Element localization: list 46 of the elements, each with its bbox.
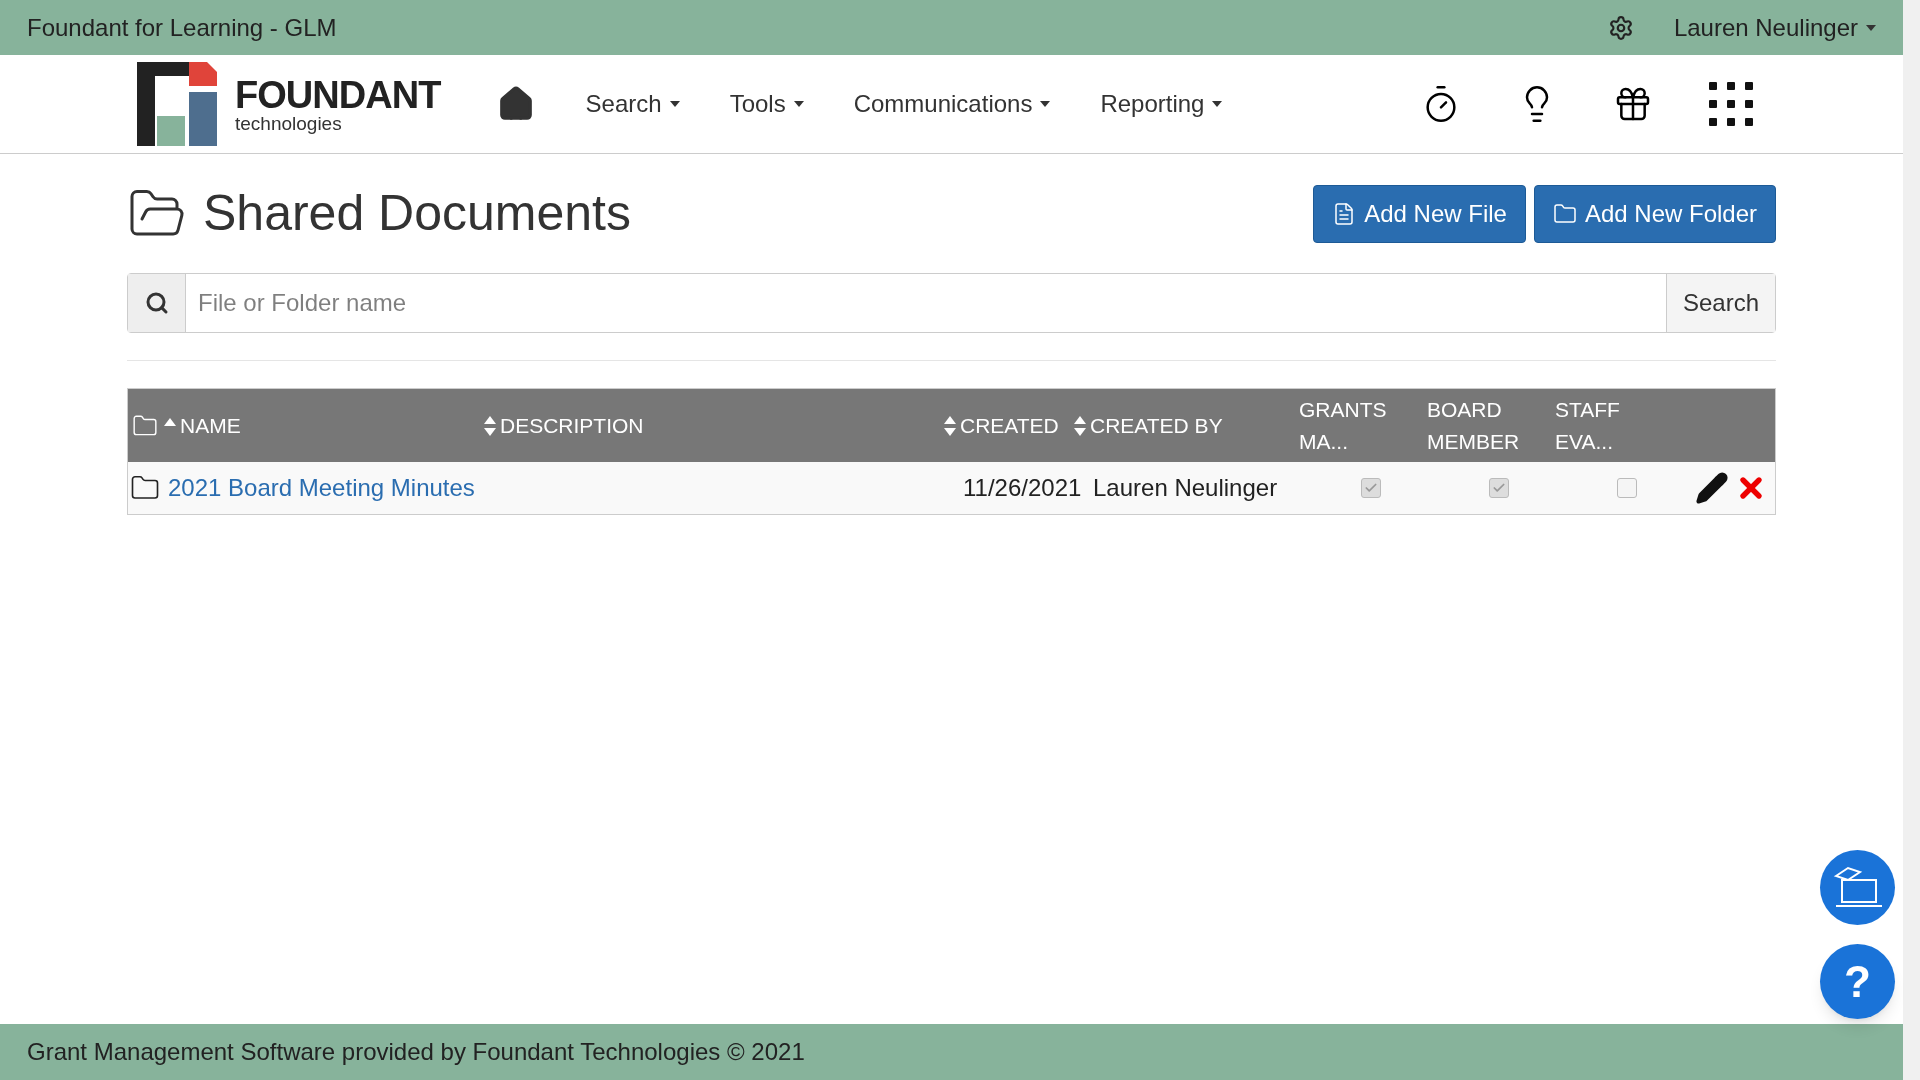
access-checkbox[interactable]: [1489, 478, 1509, 498]
sort-icon: [1074, 415, 1086, 436]
caret-icon: [793, 101, 804, 107]
footer-text: Grant Management Software provided by Foundant Technologies © 2021: [27, 1037, 805, 1067]
help-button[interactable]: ?: [1820, 944, 1895, 1019]
column-header: BOARD MEMBER: [1427, 396, 1521, 455]
add-folder-button[interactable]: Add New Folder: [1533, 184, 1776, 243]
column-header[interactable]: NAME: [180, 409, 241, 442]
edit-icon[interactable]: [1695, 471, 1729, 505]
page-title: Shared Documents: [203, 184, 631, 243]
apps-grid-icon[interactable]: [1709, 82, 1753, 126]
user-menu[interactable]: Lauren Neulinger: [1673, 9, 1876, 46]
column-header: STAFF EVA...: [1555, 396, 1621, 455]
nav-menu[interactable]: Reporting: [1075, 86, 1248, 122]
sort-up-icon: [164, 417, 176, 426]
logo[interactable]: FOUNDANT technologies: [137, 62, 441, 146]
logo-tagline: technologies: [235, 113, 343, 133]
folder-icon: [1552, 201, 1577, 226]
search-field[interactable]: File or Folder name Search: [127, 273, 1776, 333]
caret-icon: [1040, 101, 1051, 107]
search-button[interactable]: Search: [1665, 274, 1775, 332]
search-icon: [144, 291, 169, 315]
sort-icon: [944, 415, 956, 436]
access-checkbox[interactable]: [1617, 478, 1637, 498]
nav-menu[interactable]: Search: [560, 86, 705, 122]
column-header[interactable]: CREATED BY: [1090, 409, 1223, 442]
caret-icon: [669, 101, 680, 107]
column-header: GRANTS MA...: [1299, 396, 1388, 455]
laptop-graduation-cap-icon: [1831, 865, 1884, 910]
logo-name: FOUNDANT: [235, 75, 441, 114]
caret-icon: [1866, 24, 1876, 31]
settings-icon[interactable]: [1607, 14, 1634, 41]
column-header[interactable]: CREATED: [960, 409, 1059, 442]
caret-icon: [1212, 101, 1223, 107]
add-file-button[interactable]: Add New File: [1313, 184, 1526, 243]
column-header[interactable]: DESCRIPTION: [500, 409, 644, 442]
check-icon: [1492, 481, 1506, 495]
sort-icon: [484, 415, 496, 436]
nav-menu[interactable]: Communications: [828, 86, 1076, 122]
created-by: Lauren Neulinger: [1093, 473, 1279, 503]
created-date: 11/26/2021: [963, 473, 1083, 503]
folder-link[interactable]: 2021 Board Meeting Minutes: [168, 470, 963, 506]
app-title: Foundant for Learning - GLM: [27, 12, 337, 43]
check-icon: [1364, 481, 1378, 495]
nav-menu[interactable]: Tools: [704, 86, 829, 122]
access-checkbox[interactable]: [1361, 478, 1381, 498]
